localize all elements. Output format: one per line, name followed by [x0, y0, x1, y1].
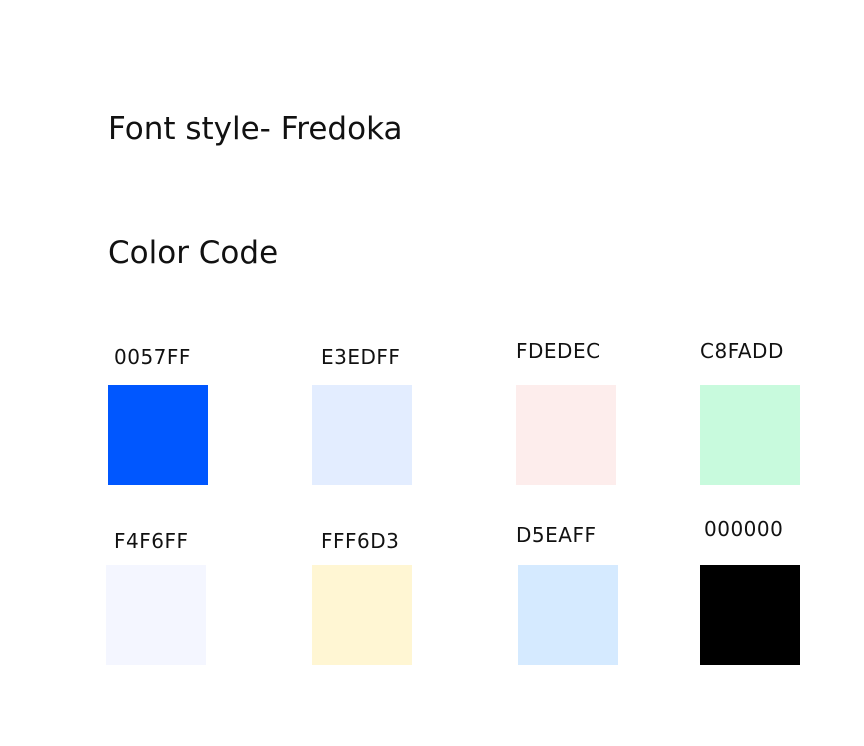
swatch-fdedec — [516, 385, 616, 485]
swatch-000000 — [700, 565, 800, 665]
swatch-label-e3edff: E3EDFF — [321, 345, 401, 369]
swatch-label-0057ff: 0057FF — [114, 345, 191, 369]
swatch-label-d5eaff: D5EAFF — [516, 523, 597, 547]
swatch-e3edff — [312, 385, 412, 485]
color-code-heading: Color Code — [108, 235, 279, 271]
font-style-heading: Font style- Fredoka — [108, 111, 403, 147]
swatch-label-fff6d3: FFF6D3 — [321, 529, 400, 553]
swatch-d5eaff — [518, 565, 618, 665]
swatch-f4f6ff — [106, 565, 206, 665]
swatch-0057ff — [108, 385, 208, 485]
swatch-c8fadd — [700, 385, 800, 485]
swatch-label-fdedec: FDEDEC — [516, 339, 601, 363]
swatch-fff6d3 — [312, 565, 412, 665]
swatch-label-000000: 000000 — [704, 517, 784, 541]
swatch-label-c8fadd: C8FADD — [700, 339, 784, 363]
swatch-label-f4f6ff: F4F6FF — [114, 529, 189, 553]
